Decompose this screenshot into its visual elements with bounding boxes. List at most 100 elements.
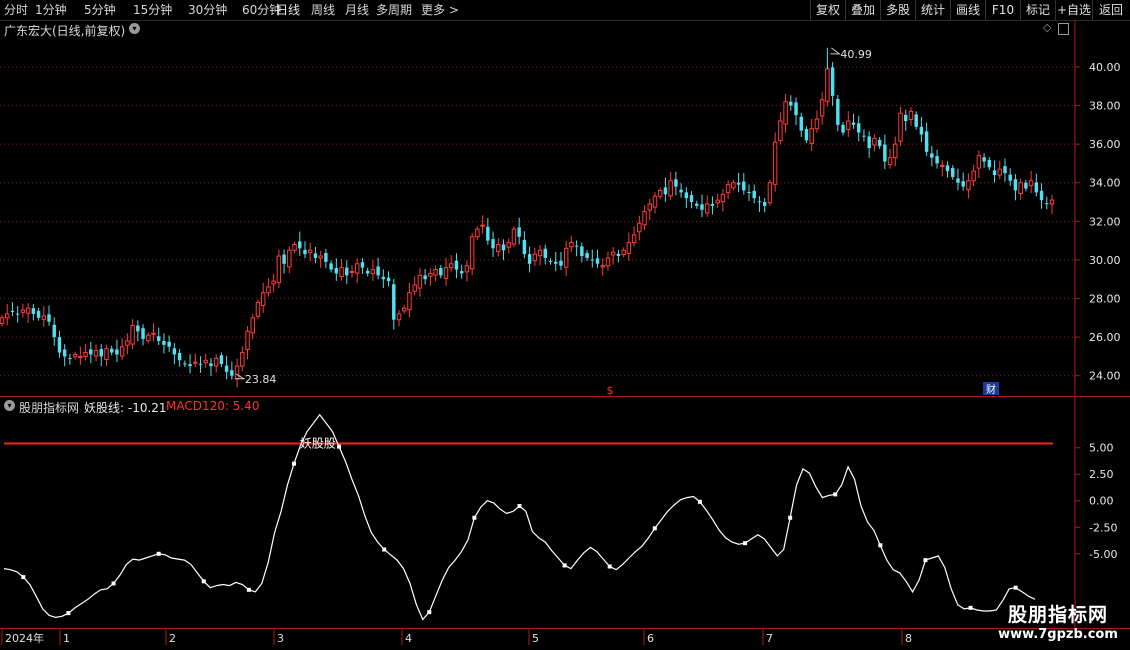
candle-body xyxy=(298,241,302,249)
candle-body xyxy=(177,352,182,361)
candle-body xyxy=(872,137,877,146)
candle-body xyxy=(992,170,997,176)
candle-body xyxy=(684,192,689,199)
high-arrow xyxy=(830,47,841,55)
candle-body xyxy=(1003,166,1007,174)
candle-body xyxy=(203,359,208,364)
candle-body xyxy=(183,363,187,365)
candle-body xyxy=(78,355,83,359)
candle-body xyxy=(475,228,480,238)
candle-body xyxy=(407,292,412,311)
candle-body xyxy=(517,227,521,237)
candle-body xyxy=(825,68,830,102)
candle-body xyxy=(307,249,313,254)
candle-body xyxy=(961,181,965,187)
candle-body xyxy=(62,349,67,357)
candle-body xyxy=(89,349,93,355)
candle-body xyxy=(846,120,851,130)
candle-body xyxy=(423,275,427,280)
candle-body xyxy=(537,249,543,257)
candle-body xyxy=(72,353,78,358)
candle-body xyxy=(674,179,678,187)
line-marker xyxy=(652,526,657,531)
x-tick-label: 5 xyxy=(532,632,539,645)
candle-body xyxy=(501,244,506,251)
candle-body xyxy=(705,203,710,214)
candle-body xyxy=(668,180,673,197)
price-tick-label: 34.00 xyxy=(1089,177,1121,190)
candle-body xyxy=(355,263,360,274)
signal-label: 妖股股 xyxy=(300,436,336,450)
candle-body xyxy=(532,253,538,262)
candle-body xyxy=(569,242,574,248)
candle-body xyxy=(313,253,318,258)
candle-body xyxy=(809,128,814,144)
candle-body xyxy=(486,226,490,241)
candle-body xyxy=(898,112,903,142)
candle-body xyxy=(266,286,271,294)
candle-body xyxy=(757,201,762,203)
candle-body xyxy=(908,110,914,120)
candle-body xyxy=(647,203,652,211)
candle-body xyxy=(282,254,286,264)
candle-body xyxy=(804,129,809,141)
candle-body xyxy=(506,242,511,248)
candle-body xyxy=(234,365,240,380)
candle-body xyxy=(245,330,250,350)
line-marker xyxy=(337,444,342,449)
candle-body xyxy=(439,268,443,276)
candle-body xyxy=(799,116,803,131)
candle-body xyxy=(459,271,464,274)
price-tick-label: 26.00 xyxy=(1089,331,1121,344)
candle-body xyxy=(997,168,1002,176)
candle-body xyxy=(1008,174,1012,181)
candlesticks xyxy=(0,62,1055,388)
candle-body xyxy=(819,99,825,117)
candle-body xyxy=(679,189,683,193)
price-tick-label: 30.00 xyxy=(1089,254,1121,267)
candle-body xyxy=(945,165,950,172)
line-marker xyxy=(517,504,522,509)
candle-body xyxy=(867,136,871,148)
indicator-tick-label: 0.00 xyxy=(1089,495,1114,508)
candle-body xyxy=(914,114,918,127)
candle-body xyxy=(935,156,939,164)
candle-body xyxy=(339,267,344,278)
price-tick-label: 32.00 xyxy=(1089,215,1121,228)
candle-body xyxy=(1045,203,1049,205)
candle-body xyxy=(511,228,517,245)
line-marker xyxy=(246,587,251,592)
candle-body xyxy=(527,254,532,264)
candle-body xyxy=(469,236,475,270)
line-marker xyxy=(968,605,973,610)
candle-body xyxy=(919,126,924,135)
indicator-tick-label: 5.00 xyxy=(1089,442,1114,455)
candle-body xyxy=(156,336,161,341)
indicator-tick-label: -2.50 xyxy=(1089,521,1117,534)
price-tick-label: 38.00 xyxy=(1089,100,1121,113)
candle-body xyxy=(814,118,820,130)
line-marker xyxy=(878,543,883,548)
candle-body xyxy=(841,124,845,133)
candle-body xyxy=(125,340,130,346)
candle-body xyxy=(136,325,140,332)
x-tick-label: 6 xyxy=(647,632,654,645)
candle-body xyxy=(324,252,328,262)
candle-body xyxy=(720,193,726,203)
candle-body xyxy=(386,277,391,282)
candle-body xyxy=(303,249,307,255)
line-marker xyxy=(562,563,567,568)
candle-body xyxy=(976,155,982,169)
line-marker xyxy=(21,575,26,580)
line-marker xyxy=(111,581,116,586)
candle-body xyxy=(141,328,145,340)
candle-body xyxy=(41,315,47,320)
candle-body xyxy=(213,357,219,367)
candle-body xyxy=(68,357,72,359)
candle-body xyxy=(454,260,459,270)
candle-body xyxy=(198,363,203,365)
candle-body xyxy=(93,350,99,357)
candle-body xyxy=(747,191,751,193)
candle-body xyxy=(956,178,960,183)
candle-body xyxy=(887,157,893,166)
